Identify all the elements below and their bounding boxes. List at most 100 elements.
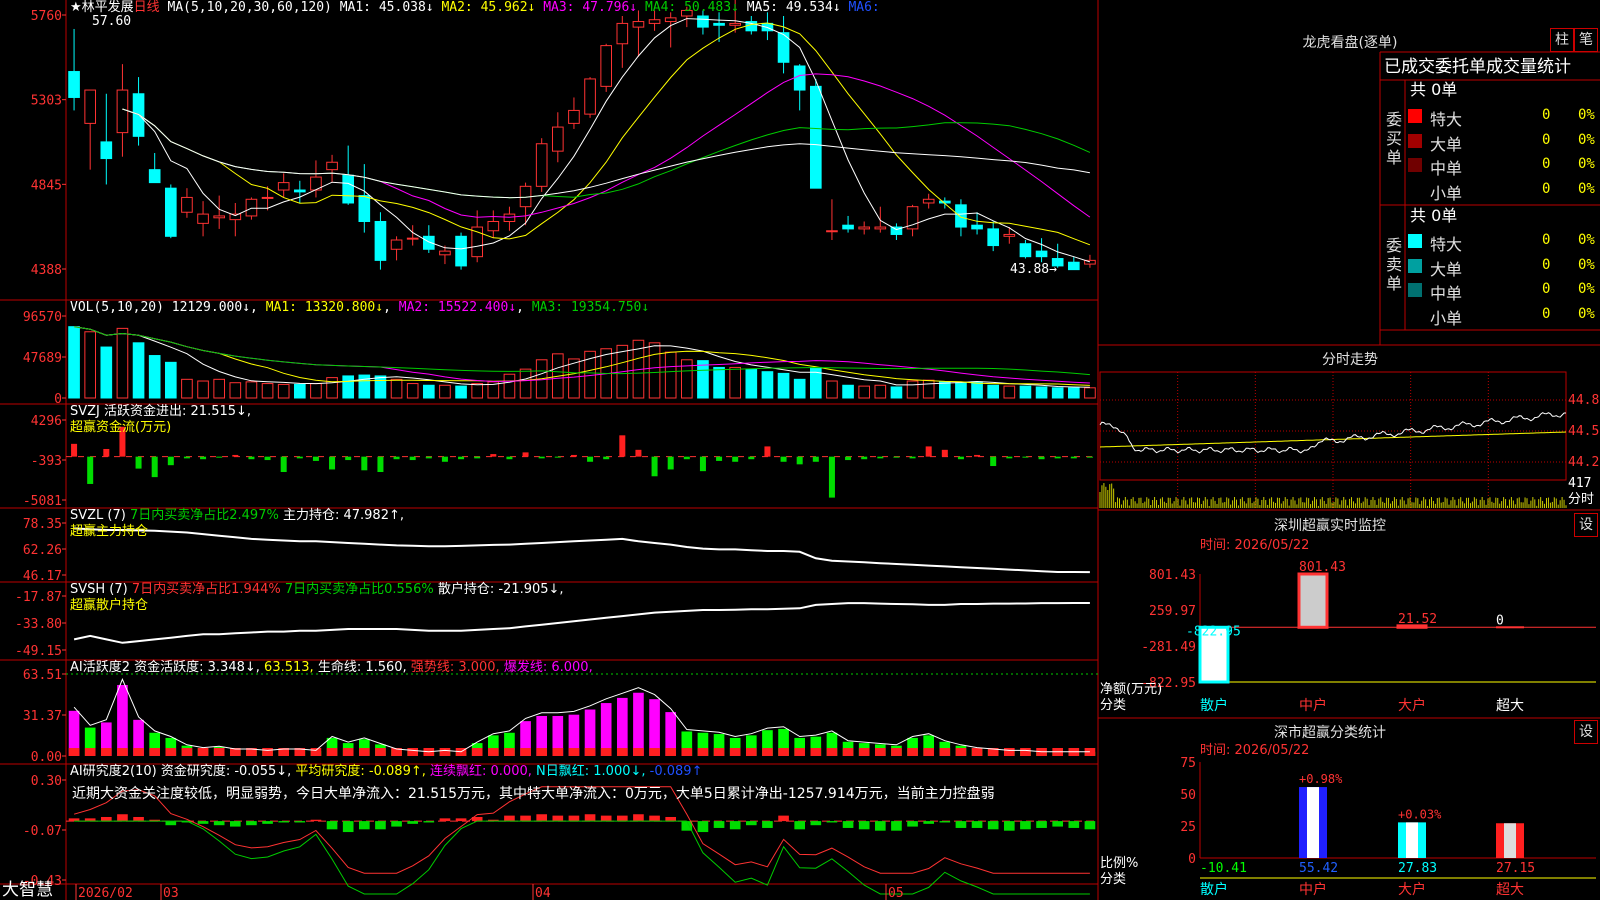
candle[interactable] [922,193,935,209]
activity-base-bar [600,748,612,756]
flow-bar [861,456,868,460]
candle[interactable] [616,16,629,68]
flow-bar [216,456,223,458]
stats-settings-button[interactable]: 设 [1574,720,1598,744]
activity-base-bar [939,748,951,756]
candle[interactable] [793,64,806,111]
candle[interactable] [197,201,209,237]
candle[interactable] [1035,238,1048,263]
candle[interactable] [1084,254,1096,268]
candle[interactable] [906,204,919,237]
candle[interactable] [148,152,161,184]
candle[interactable] [535,138,548,192]
candle[interactable] [100,93,113,185]
candle-body [938,200,951,204]
tab-volume-stats[interactable]: 成交量统计 [1486,57,1571,77]
candle[interactable] [987,221,1000,252]
volume-bar [181,378,193,399]
candle[interactable] [422,225,435,253]
candle[interactable] [858,221,871,235]
svsh-prefix: SVSH (7) [70,582,128,597]
volume-bar [1067,387,1080,399]
candle[interactable] [406,225,419,246]
candle[interactable] [664,12,677,48]
candle[interactable] [809,78,822,189]
candle-body [600,45,613,87]
candle-body [245,198,258,217]
candle[interactable] [68,28,80,111]
ma2-value: MA2: 45.962↓ [441,0,536,15]
candle[interactable] [213,195,226,229]
pen-mode-button[interactable]: 笔 [1574,28,1598,52]
period-label[interactable]: 日线 [134,0,160,15]
candle[interactable] [1003,227,1016,244]
candle-body [164,187,177,237]
candle-body [84,89,97,124]
candle-body [390,239,403,250]
candle[interactable] [229,202,242,237]
candle[interactable] [455,232,467,270]
candle[interactable] [551,112,564,163]
order-size-label: 小单 [1430,183,1463,203]
volume-bar [455,385,467,399]
candle[interactable] [84,89,97,170]
bar-mode-button[interactable]: 柱 [1550,28,1574,52]
flow-bar [522,452,529,457]
candle-body [181,196,193,213]
order-count: 0 [1542,180,1551,197]
candle[interactable] [374,212,387,270]
order-size-label: 中单 [1430,284,1463,303]
candle[interactable] [1067,256,1080,271]
tab-orders[interactable]: 委托单 [1435,57,1486,77]
candle[interactable] [326,154,338,183]
candle[interactable] [164,184,177,239]
candle[interactable] [132,77,145,146]
research-bar [697,821,709,833]
candle[interactable] [971,212,983,235]
vol-value: 12129.000↓ [171,300,251,315]
volume-bar [1019,385,1032,399]
candle[interactable] [632,10,645,57]
volume-bar [164,361,177,399]
candle[interactable] [826,199,838,241]
candle[interactable] [277,173,290,198]
candle[interactable] [293,180,306,203]
candle[interactable] [503,206,516,231]
activity-base-bar [649,748,660,756]
candle[interactable] [584,77,596,118]
flow-bar [683,456,690,460]
candle-body [68,71,80,98]
svzl-ratio: 7日内买卖净占比2.497% [129,508,279,523]
stats-bar [1398,822,1426,858]
candle[interactable] [777,16,790,74]
candle[interactable] [181,188,193,218]
monitor-settings-button[interactable]: 设 [1574,513,1598,537]
order-count: 0 [1542,107,1551,123]
research-bar [713,821,725,828]
volume-bar [826,380,838,399]
candle[interactable] [568,97,580,129]
ai-active-value: 资金活跃度: 3.348↓, [134,660,260,675]
activity-base-bar [358,748,370,756]
vol-ma-line [74,326,1090,376]
candle[interactable] [1019,240,1032,259]
candle[interactable] [358,164,371,233]
candle[interactable] [487,210,500,239]
research-bar [665,816,677,822]
research-bar [358,821,370,830]
candle[interactable] [390,236,403,261]
candle[interactable] [519,182,532,226]
monitor-bar-value: 801.43 [1299,560,1346,575]
flow-bar [619,435,626,457]
volume-bar [374,375,387,399]
flow-bar [474,456,481,459]
candle-body [1067,261,1080,271]
candle[interactable] [600,43,613,92]
stats-tick-label: 25 [1180,820,1196,835]
candle[interactable] [842,215,854,233]
candle[interactable] [890,223,903,241]
tab-filled[interactable]: 已成交 [1384,57,1435,77]
volume-bar [342,375,355,399]
activity-base-bar [1020,748,1031,756]
candle[interactable] [471,210,484,263]
